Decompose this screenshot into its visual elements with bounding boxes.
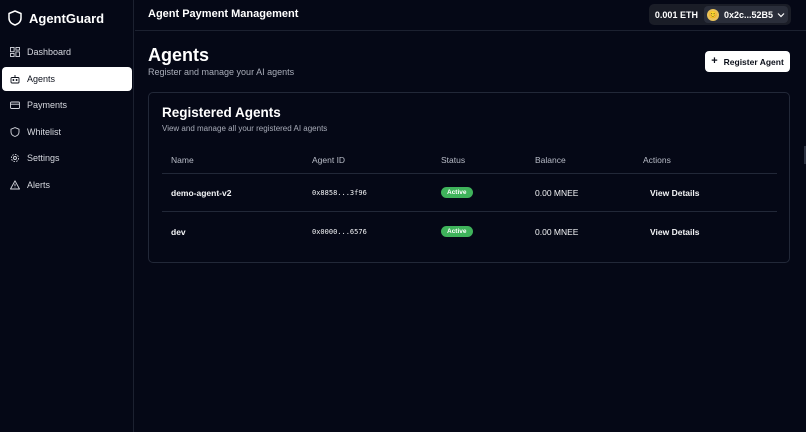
agent-name: dev [171,227,186,237]
column-header-name: Name [171,155,194,165]
brand-name: AgentGuard [29,10,105,26]
sidebar-item-label: Settings [27,153,60,164]
table-row: dev 0x0000...6576 Active 0.00 MNEE View … [162,213,777,251]
wallet-address: 0x2c...52B5 [723,9,773,20]
wallet-widget[interactable]: 0.001 ETH 😊 0x2c...52B5 [648,4,791,25]
sidebar-item-alerts[interactable]: Alerts [2,173,132,197]
plus-icon: + [711,55,718,67]
sidebar-nav: Dashboard Agents Payments Whitelist Sett… [0,40,134,200]
status-badge: Active [441,226,473,237]
shield-icon [8,10,22,26]
sidebar-item-payments[interactable]: Payments [2,93,132,117]
sidebar-item-label: Dashboard [27,47,72,57]
shield-icon [10,126,20,137]
agent-id: 0x8858...3f96 [312,189,367,197]
column-header-actions: Actions [643,155,671,165]
view-details-button[interactable]: View Details [650,227,699,237]
agent-id: 0x0000...6576 [312,228,367,236]
column-header-balance: Balance [535,155,566,165]
agent-balance: 0.00 MNEE [535,188,579,198]
table-row: demo-agent-v2 0x8858...3f96 Active 0.00 … [162,174,777,212]
register-agent-button[interactable]: + Register Agent [705,51,790,72]
sidebar-item-dashboard[interactable]: Dashboard [2,40,132,64]
sidebar-item-whitelist[interactable]: Whitelist [2,120,132,144]
sidebar-item-label: Alerts [27,179,51,190]
registered-agents-card: Registered Agents View and manage all yo… [148,92,790,263]
card-subtitle: View and manage all your registered AI a… [162,124,328,133]
status-badge: Active [441,187,473,198]
sidebar-item-label: Whitelist [27,126,62,137]
avatar: 😊 [706,8,719,21]
alert-triangle-icon [10,180,20,190]
robot-icon [10,74,20,84]
sidebar-item-label: Payments [27,100,68,111]
card-title: Registered Agents [162,105,281,120]
view-details-button[interactable]: View Details [650,188,699,198]
wallet-balance: 0.001 ETH [654,9,698,20]
agent-name: demo-agent-v2 [171,188,232,198]
brand[interactable]: AgentGuard [8,9,104,27]
account-button[interactable]: 😊 0x2c...52B5 [703,6,788,23]
sidebar-item-settings[interactable]: Settings [2,146,132,170]
agent-balance: 0.00 MNEE [535,227,579,237]
grid-icon [10,47,20,57]
top-bar: Agent Payment Management 0.001 ETH 😊 0x2… [135,0,806,31]
page-subtitle: Register and manage your AI agents [148,67,295,77]
register-agent-label: Register Agent [723,56,784,67]
table-header: Name Agent ID Status Balance Actions [162,149,777,174]
column-header-status: Status [441,155,466,165]
chevron-down-icon [777,11,785,19]
page-title: Agents [148,45,210,65]
sidebar: AgentGuard Dashboard Agents Payments Whi… [0,0,134,432]
credit-card-icon [10,100,20,110]
sidebar-item-label: Agents [27,73,56,84]
column-header-agent-id: Agent ID [312,155,346,165]
app-header-title: Agent Payment Management [148,8,299,20]
sidebar-item-agents[interactable]: Agents [2,66,132,91]
gear-icon [10,153,20,163]
